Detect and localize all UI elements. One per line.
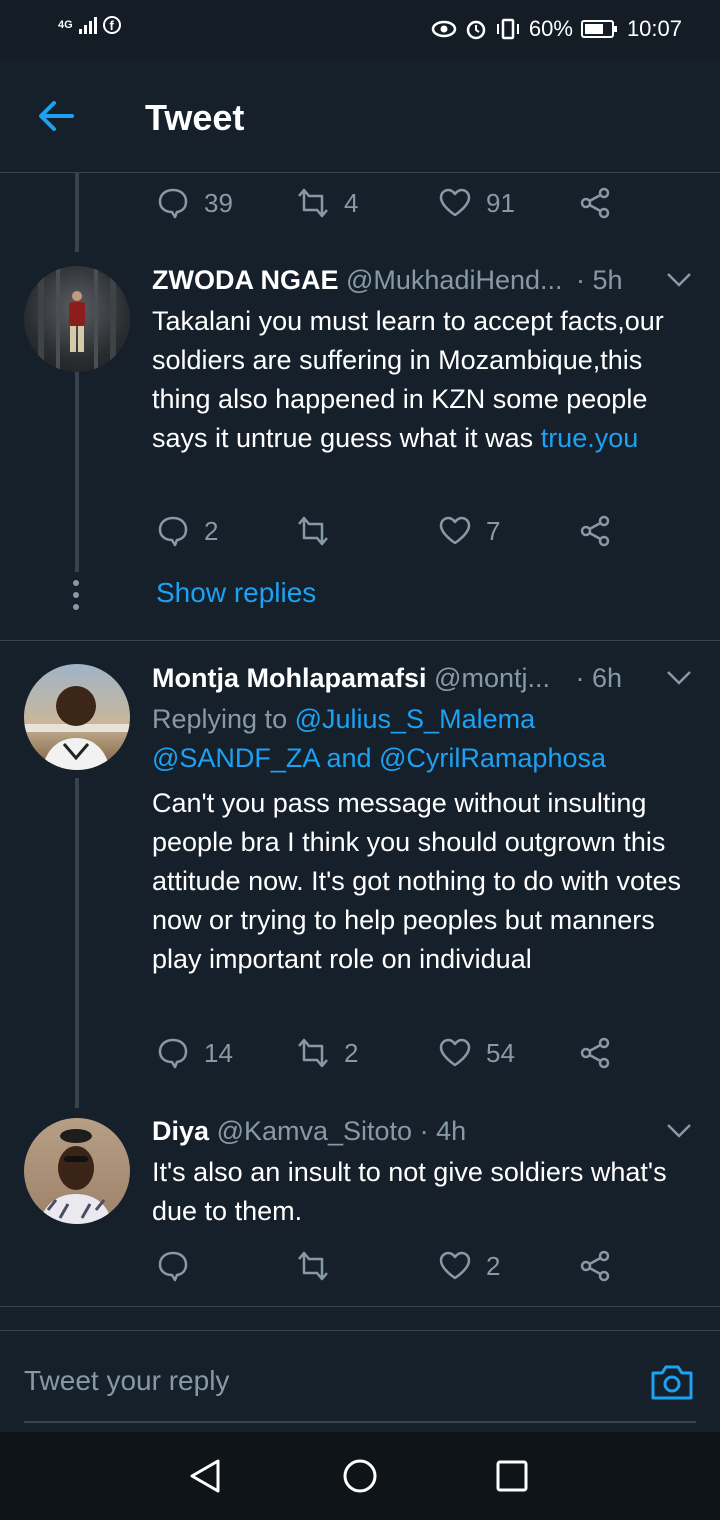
reply-icon bbox=[158, 188, 188, 219]
author-handle[interactable]: @montj... bbox=[434, 663, 550, 693]
system-nav-bar bbox=[0, 1432, 720, 1520]
tweet-time: · 4h bbox=[419, 1116, 467, 1146]
tweet-author-row: Montja Mohlapamafsi @montj... · 6h bbox=[152, 663, 622, 694]
mention-link[interactable]: @CyrilRamaphosa bbox=[379, 743, 606, 773]
heart-icon bbox=[439, 516, 471, 545]
like-action[interactable]: 2 bbox=[438, 1249, 500, 1283]
chevron-down-icon[interactable] bbox=[666, 1123, 692, 1139]
share-icon bbox=[580, 1250, 610, 1282]
nav-home-icon[interactable] bbox=[340, 1456, 380, 1496]
share-action[interactable] bbox=[578, 186, 612, 220]
chevron-down-icon[interactable] bbox=[666, 670, 692, 686]
retweet-icon bbox=[298, 1251, 328, 1281]
reply-icon bbox=[158, 1038, 188, 1069]
retweet-icon bbox=[298, 188, 328, 218]
input-underline bbox=[24, 1421, 696, 1423]
thread-line bbox=[75, 172, 79, 252]
nav-back-icon[interactable] bbox=[186, 1456, 226, 1496]
share-icon bbox=[580, 515, 610, 547]
avatar[interactable] bbox=[24, 1118, 130, 1224]
tweet-time: · 6h bbox=[575, 663, 623, 693]
tweet-link[interactable]: true.you bbox=[541, 423, 639, 453]
show-replies-link[interactable]: Show replies bbox=[156, 577, 316, 609]
clock: 10:07 bbox=[626, 16, 682, 41]
chevron-down-icon[interactable] bbox=[666, 272, 692, 288]
heart-icon bbox=[439, 1038, 471, 1067]
heart-icon bbox=[439, 188, 471, 217]
reply-icon bbox=[158, 1251, 188, 1282]
back-arrow-icon[interactable] bbox=[36, 98, 76, 134]
author-name[interactable]: ZWODA NGAE bbox=[152, 265, 338, 295]
battery-icon bbox=[580, 20, 617, 38]
alarm-icon bbox=[466, 20, 486, 40]
retweet-icon bbox=[298, 516, 328, 546]
share-icon bbox=[580, 1037, 610, 1069]
tweet-actions: 2 7 bbox=[152, 514, 672, 554]
nav-recents-icon[interactable] bbox=[492, 1456, 532, 1496]
author-handle[interactable]: @MukhadiHend... bbox=[346, 265, 563, 295]
tweet-text: It's also an insult to not give soldiers… bbox=[152, 1157, 667, 1226]
tweet-actions: 2 bbox=[152, 1249, 672, 1289]
tweet-author-row: ZWODA NGAE @MukhadiHend... · 5h bbox=[152, 265, 623, 296]
reply-action[interactable]: 14 bbox=[156, 1036, 233, 1070]
reply-action[interactable]: 2 bbox=[156, 514, 218, 548]
more-replies-dots bbox=[73, 580, 81, 610]
divider bbox=[0, 640, 720, 641]
tweet-time: · 5h bbox=[576, 265, 623, 295]
header: Tweet bbox=[0, 60, 720, 173]
author-name[interactable]: Diya bbox=[152, 1116, 209, 1146]
retweet-action[interactable]: 4 bbox=[296, 186, 358, 220]
reply-composer: Tweet your reply bbox=[0, 1330, 720, 1433]
top-tweet-actions: 39 4 91 bbox=[152, 186, 672, 226]
camera-icon[interactable] bbox=[650, 1361, 694, 1401]
person-photo bbox=[24, 686, 130, 770]
divider bbox=[0, 1306, 720, 1307]
reply-action[interactable]: 39 bbox=[156, 186, 233, 220]
heart-icon bbox=[439, 1251, 471, 1280]
avatar[interactable] bbox=[24, 664, 130, 770]
retweet-action[interactable] bbox=[296, 514, 344, 548]
tweet-text: Takalani you must learn to accept facts,… bbox=[152, 306, 664, 453]
vibrate-icon bbox=[496, 18, 519, 40]
thread-line bbox=[75, 372, 79, 572]
network-indicator: 4G bbox=[58, 19, 73, 31]
retweet-action[interactable] bbox=[296, 1249, 344, 1283]
status-bar: 4G f 60% 10:07 bbox=[0, 0, 720, 60]
person-photo bbox=[40, 1129, 112, 1224]
tweet-actions: 14 2 54 bbox=[152, 1036, 672, 1076]
battery-percent: 60% bbox=[528, 16, 573, 41]
reply-action[interactable] bbox=[156, 1249, 204, 1283]
person-photo bbox=[38, 266, 116, 372]
retweet-icon bbox=[298, 1038, 328, 1068]
avatar[interactable] bbox=[24, 266, 130, 372]
share-icon bbox=[580, 187, 610, 219]
share-action[interactable] bbox=[578, 1249, 612, 1283]
replying-to: Replying to @Julius_S_Malema @SANDF_ZA an… bbox=[152, 704, 606, 773]
like-action[interactable]: 91 bbox=[438, 186, 515, 220]
reply-input[interactable]: Tweet your reply bbox=[24, 1365, 229, 1397]
facebook-notification-icon: f bbox=[102, 16, 121, 34]
author-handle[interactable]: @Kamva_Sitoto bbox=[217, 1116, 413, 1146]
like-action[interactable]: 54 bbox=[438, 1036, 515, 1070]
tweet-text: Can't you pass message without insulting… bbox=[152, 788, 681, 974]
signal-icon bbox=[78, 16, 97, 34]
page-title: Tweet bbox=[145, 97, 245, 138]
retweet-action[interactable]: 2 bbox=[296, 1036, 358, 1070]
like-action[interactable]: 7 bbox=[438, 514, 500, 548]
mention-link[interactable]: @Julius_S_Malema bbox=[295, 704, 536, 734]
eye-comfort-icon bbox=[431, 20, 457, 38]
author-name[interactable]: Montja Mohlapamafsi bbox=[152, 663, 427, 693]
thread-line bbox=[75, 778, 79, 1108]
reply-icon bbox=[158, 516, 188, 547]
tweet-author-row: Diya @Kamva_Sitoto · 4h bbox=[152, 1116, 466, 1147]
share-action[interactable] bbox=[578, 1036, 612, 1070]
mention-link[interactable]: @SANDF_ZA bbox=[152, 743, 319, 773]
share-action[interactable] bbox=[578, 514, 612, 548]
